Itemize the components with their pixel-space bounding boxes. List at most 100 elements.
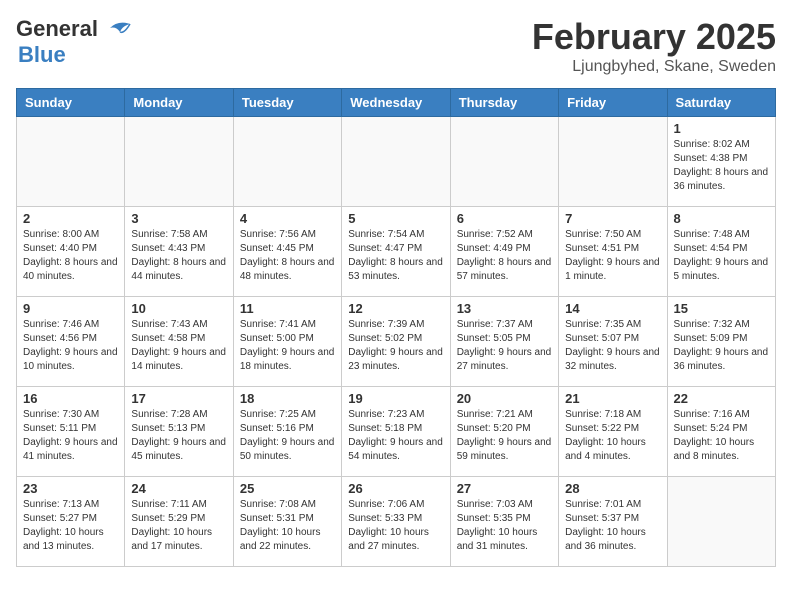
calendar-cell: 22Sunrise: 7:16 AMSunset: 5:24 PMDayligh… bbox=[667, 387, 775, 477]
day-number: 13 bbox=[457, 301, 552, 316]
day-detail: Sunrise: 7:43 AMSunset: 4:58 PMDaylight:… bbox=[131, 318, 226, 374]
calendar-table: SundayMondayTuesdayWednesdayThursdayFrid… bbox=[16, 88, 776, 567]
day-detail: Sunrise: 7:58 AMSunset: 4:43 PMDaylight:… bbox=[131, 228, 226, 284]
calendar-cell bbox=[125, 117, 233, 207]
calendar-week-5: 23 Sunrise: 7:13 AMSunset: 5:27 PMDayligh… bbox=[17, 477, 776, 567]
calendar-cell: 16 Sunrise: 7:30 AMSunset: 5:11 PMDayligh… bbox=[17, 387, 125, 477]
day-number: 16 bbox=[23, 391, 118, 406]
day-detail: Sunrise: 7:32 AMSunset: 5:09 PMDaylight:… bbox=[674, 318, 769, 374]
day-detail: Sunrise: 8:02 AMSunset: 4:38 PMDaylight:… bbox=[674, 138, 769, 194]
day-number: 25 bbox=[240, 481, 335, 496]
day-detail: Sunrise: 7:25 AMSunset: 5:16 PMDaylight:… bbox=[240, 408, 335, 464]
calendar-cell bbox=[342, 117, 450, 207]
day-detail: Sunrise: 7:03 AMSunset: 5:35 PMDaylight:… bbox=[457, 498, 552, 554]
day-number: 14 bbox=[565, 301, 660, 316]
day-number: 17 bbox=[131, 391, 226, 406]
day-detail: Sunrise: 7:39 AMSunset: 5:02 PMDaylight:… bbox=[348, 318, 443, 374]
calendar-cell bbox=[450, 117, 558, 207]
day-detail: Sunrise: 7:35 AMSunset: 5:07 PMDaylight:… bbox=[565, 318, 660, 374]
calendar-cell: 26 Sunrise: 7:06 AMSunset: 5:33 PMDayligh… bbox=[342, 477, 450, 567]
day-number: 11 bbox=[240, 301, 335, 316]
day-detail: Sunrise: 7:56 AMSunset: 4:45 PMDaylight:… bbox=[240, 228, 335, 284]
day-detail: Sunrise: 7:54 AMSunset: 4:47 PMDaylight:… bbox=[348, 228, 443, 284]
calendar-cell: 3 Sunrise: 7:58 AMSunset: 4:43 PMDaylight… bbox=[125, 207, 233, 297]
day-number: 2 bbox=[23, 211, 118, 226]
day-number: 22 bbox=[674, 391, 769, 406]
col-header-wednesday: Wednesday bbox=[342, 89, 450, 117]
calendar-week-1: 1Sunrise: 8:02 AMSunset: 4:38 PMDaylight… bbox=[17, 117, 776, 207]
calendar-cell: 17 Sunrise: 7:28 AMSunset: 5:13 PMDayligh… bbox=[125, 387, 233, 477]
day-detail: Sunrise: 7:18 AMSunset: 5:22 PMDaylight:… bbox=[565, 408, 660, 464]
calendar-cell: 1Sunrise: 8:02 AMSunset: 4:38 PMDaylight… bbox=[667, 117, 775, 207]
calendar-week-2: 2Sunrise: 8:00 AMSunset: 4:40 PMDaylight… bbox=[17, 207, 776, 297]
day-number: 10 bbox=[131, 301, 226, 316]
day-detail: Sunrise: 7:08 AMSunset: 5:31 PMDaylight:… bbox=[240, 498, 335, 554]
day-number: 6 bbox=[457, 211, 552, 226]
day-number: 15 bbox=[674, 301, 769, 316]
calendar-cell: 11 Sunrise: 7:41 AMSunset: 5:00 PMDayligh… bbox=[233, 297, 341, 387]
day-detail: Sunrise: 7:13 AMSunset: 5:27 PMDaylight:… bbox=[23, 498, 118, 554]
col-header-monday: Monday bbox=[125, 89, 233, 117]
calendar-cell: 2Sunrise: 8:00 AMSunset: 4:40 PMDaylight… bbox=[17, 207, 125, 297]
calendar-cell: 7Sunrise: 7:50 AMSunset: 4:51 PMDaylight… bbox=[559, 207, 667, 297]
day-number: 26 bbox=[348, 481, 443, 496]
day-detail: Sunrise: 7:30 AMSunset: 5:11 PMDaylight:… bbox=[23, 408, 118, 464]
day-number: 18 bbox=[240, 391, 335, 406]
day-detail: Sunrise: 7:06 AMSunset: 5:33 PMDaylight:… bbox=[348, 498, 443, 554]
calendar-cell: 21 Sunrise: 7:18 AMSunset: 5:22 PMDayligh… bbox=[559, 387, 667, 477]
calendar-cell bbox=[17, 117, 125, 207]
day-number: 12 bbox=[348, 301, 443, 316]
col-header-saturday: Saturday bbox=[667, 89, 775, 117]
day-detail: Sunrise: 7:52 AMSunset: 4:49 PMDaylight:… bbox=[457, 228, 552, 284]
calendar-cell: 5 Sunrise: 7:54 AMSunset: 4:47 PMDaylight… bbox=[342, 207, 450, 297]
calendar-cell: 27 Sunrise: 7:03 AMSunset: 5:35 PMDayligh… bbox=[450, 477, 558, 567]
day-number: 20 bbox=[457, 391, 552, 406]
header: General Blue February 2025 Ljungbyhed, S… bbox=[16, 16, 776, 76]
calendar-cell: 25 Sunrise: 7:08 AMSunset: 5:31 PMDayligh… bbox=[233, 477, 341, 567]
day-number: 4 bbox=[240, 211, 335, 226]
day-number: 21 bbox=[565, 391, 660, 406]
calendar-cell: 8 Sunrise: 7:48 AMSunset: 4:54 PMDaylight… bbox=[667, 207, 775, 297]
day-detail: Sunrise: 7:23 AMSunset: 5:18 PMDaylight:… bbox=[348, 408, 443, 464]
calendar-cell bbox=[233, 117, 341, 207]
calendar-subtitle: Ljungbyhed, Skane, Sweden bbox=[532, 58, 776, 76]
day-detail: Sunrise: 7:11 AMSunset: 5:29 PMDaylight:… bbox=[131, 498, 226, 554]
day-number: 8 bbox=[674, 211, 769, 226]
calendar-cell: 4 Sunrise: 7:56 AMSunset: 4:45 PMDaylight… bbox=[233, 207, 341, 297]
calendar-cell: 28 Sunrise: 7:01 AMSunset: 5:37 PMDayligh… bbox=[559, 477, 667, 567]
logo-blue-text: Blue bbox=[18, 42, 66, 67]
day-detail: Sunrise: 7:41 AMSunset: 5:00 PMDaylight:… bbox=[240, 318, 335, 374]
calendar-cell: 9 Sunrise: 7:46 AMSunset: 4:56 PMDaylight… bbox=[17, 297, 125, 387]
calendar-cell bbox=[559, 117, 667, 207]
col-header-friday: Friday bbox=[559, 89, 667, 117]
calendar-cell: 6 Sunrise: 7:52 AMSunset: 4:49 PMDaylight… bbox=[450, 207, 558, 297]
logo-bird-icon bbox=[102, 18, 134, 40]
calendar-title: February 2025 bbox=[532, 16, 776, 58]
day-number: 7 bbox=[565, 211, 660, 226]
calendar-cell: 10 Sunrise: 7:43 AMSunset: 4:58 PMDayligh… bbox=[125, 297, 233, 387]
day-number: 19 bbox=[348, 391, 443, 406]
calendar-week-4: 16 Sunrise: 7:30 AMSunset: 5:11 PMDayligh… bbox=[17, 387, 776, 477]
day-detail: Sunrise: 7:48 AMSunset: 4:54 PMDaylight:… bbox=[674, 228, 769, 284]
day-number: 24 bbox=[131, 481, 226, 496]
calendar-cell: 12 Sunrise: 7:39 AMSunset: 5:02 PMDayligh… bbox=[342, 297, 450, 387]
day-number: 28 bbox=[565, 481, 660, 496]
day-number: 5 bbox=[348, 211, 443, 226]
day-detail: Sunrise: 7:37 AMSunset: 5:05 PMDaylight:… bbox=[457, 318, 552, 374]
calendar-cell: 19 Sunrise: 7:23 AMSunset: 5:18 PMDayligh… bbox=[342, 387, 450, 477]
day-detail: Sunrise: 7:46 AMSunset: 4:56 PMDaylight:… bbox=[23, 318, 118, 374]
calendar-header-row: SundayMondayTuesdayWednesdayThursdayFrid… bbox=[17, 89, 776, 117]
day-number: 3 bbox=[131, 211, 226, 226]
day-detail: Sunrise: 7:01 AMSunset: 5:37 PMDaylight:… bbox=[565, 498, 660, 554]
calendar-cell: 24 Sunrise: 7:11 AMSunset: 5:29 PMDayligh… bbox=[125, 477, 233, 567]
day-number: 9 bbox=[23, 301, 118, 316]
calendar-cell: 14 Sunrise: 7:35 AMSunset: 5:07 PMDayligh… bbox=[559, 297, 667, 387]
calendar-cell: 18 Sunrise: 7:25 AMSunset: 5:16 PMDayligh… bbox=[233, 387, 341, 477]
calendar-week-3: 9 Sunrise: 7:46 AMSunset: 4:56 PMDaylight… bbox=[17, 297, 776, 387]
col-header-thursday: Thursday bbox=[450, 89, 558, 117]
day-number: 27 bbox=[457, 481, 552, 496]
day-number: 23 bbox=[23, 481, 118, 496]
calendar-cell: 13 Sunrise: 7:37 AMSunset: 5:05 PMDayligh… bbox=[450, 297, 558, 387]
logo: General Blue bbox=[16, 16, 134, 68]
day-detail: Sunrise: 7:28 AMSunset: 5:13 PMDaylight:… bbox=[131, 408, 226, 464]
